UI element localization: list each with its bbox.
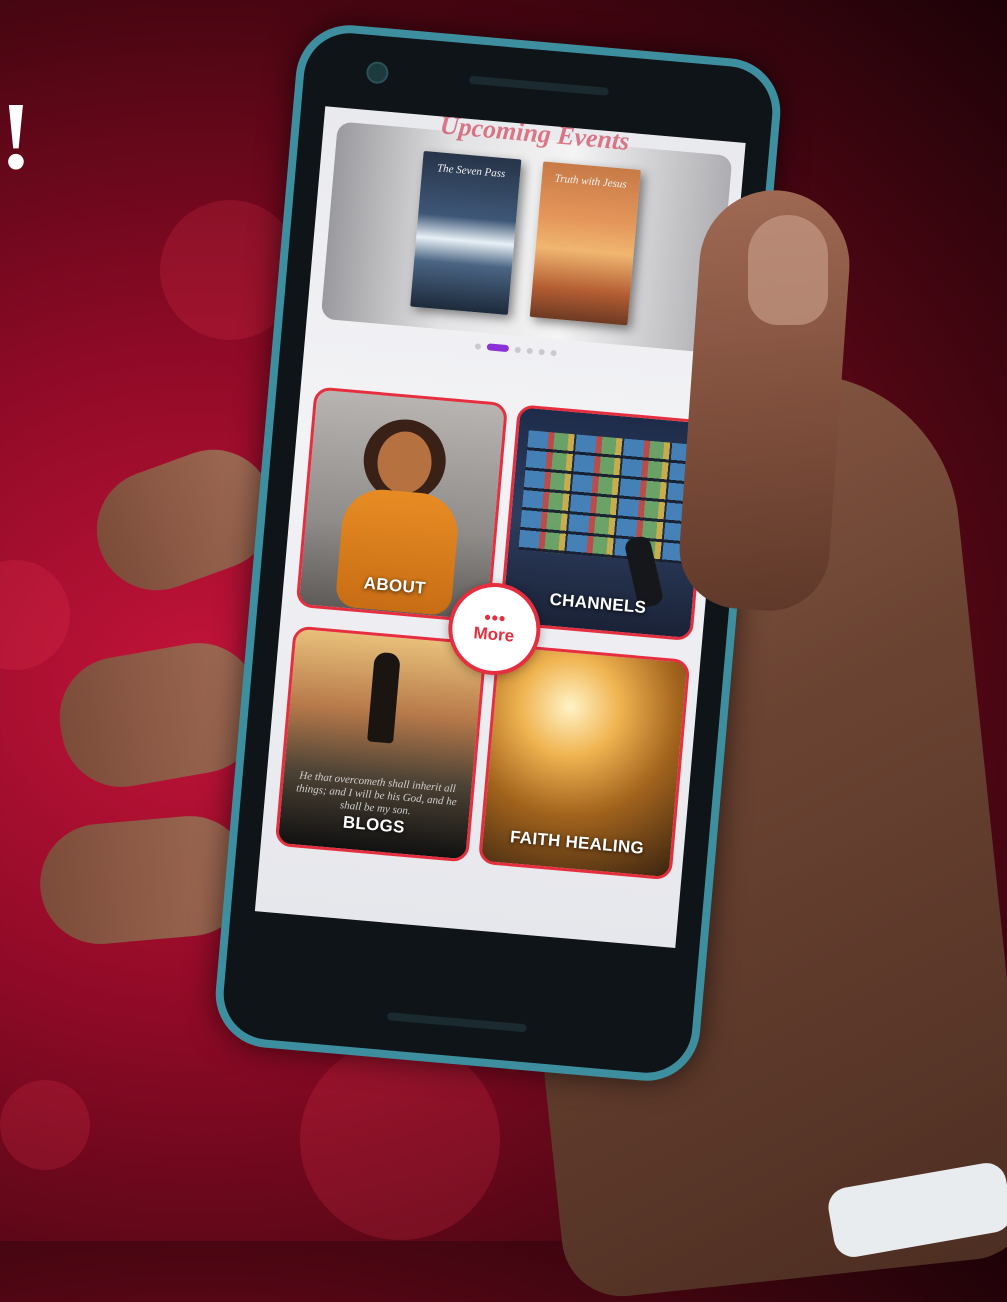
pagination-dot[interactable] [526, 347, 534, 354]
tile-blogs[interactable]: He that overcometh shall inherit all thi… [274, 625, 488, 863]
bokeh-light [0, 560, 70, 670]
pagination-dot[interactable] [474, 342, 482, 350]
pagination-dot-active[interactable] [486, 343, 510, 353]
tile-label: FAITH HEALING [509, 827, 645, 858]
front-camera [365, 60, 390, 85]
headline-exclamation: ! [0, 82, 32, 189]
tv-wall-image [518, 430, 697, 565]
book-cover[interactable]: The Seven Pass [410, 150, 522, 315]
bokeh-light [300, 1040, 500, 1240]
pagination-dot[interactable] [538, 348, 545, 355]
tile-faith-healing[interactable]: FAITH HEALING [477, 643, 691, 881]
pagination-dot[interactable] [550, 349, 557, 356]
thumb-nail [748, 215, 828, 325]
bokeh-light [0, 1080, 90, 1170]
bottom-speaker [386, 1012, 528, 1033]
silhouette-image [367, 651, 401, 744]
app-screen: The Seven Pass Truth with Jesus Upcoming… [254, 106, 746, 948]
more-dots-icon: ••• [483, 607, 508, 629]
book-cover[interactable]: Truth with Jesus [529, 161, 641, 326]
more-label: More [472, 623, 515, 646]
book-title: Truth with Jesus [554, 172, 628, 191]
pagination-dot[interactable] [514, 346, 522, 353]
earpiece-speaker [468, 75, 609, 96]
book-title: The Seven Pass [436, 162, 506, 181]
